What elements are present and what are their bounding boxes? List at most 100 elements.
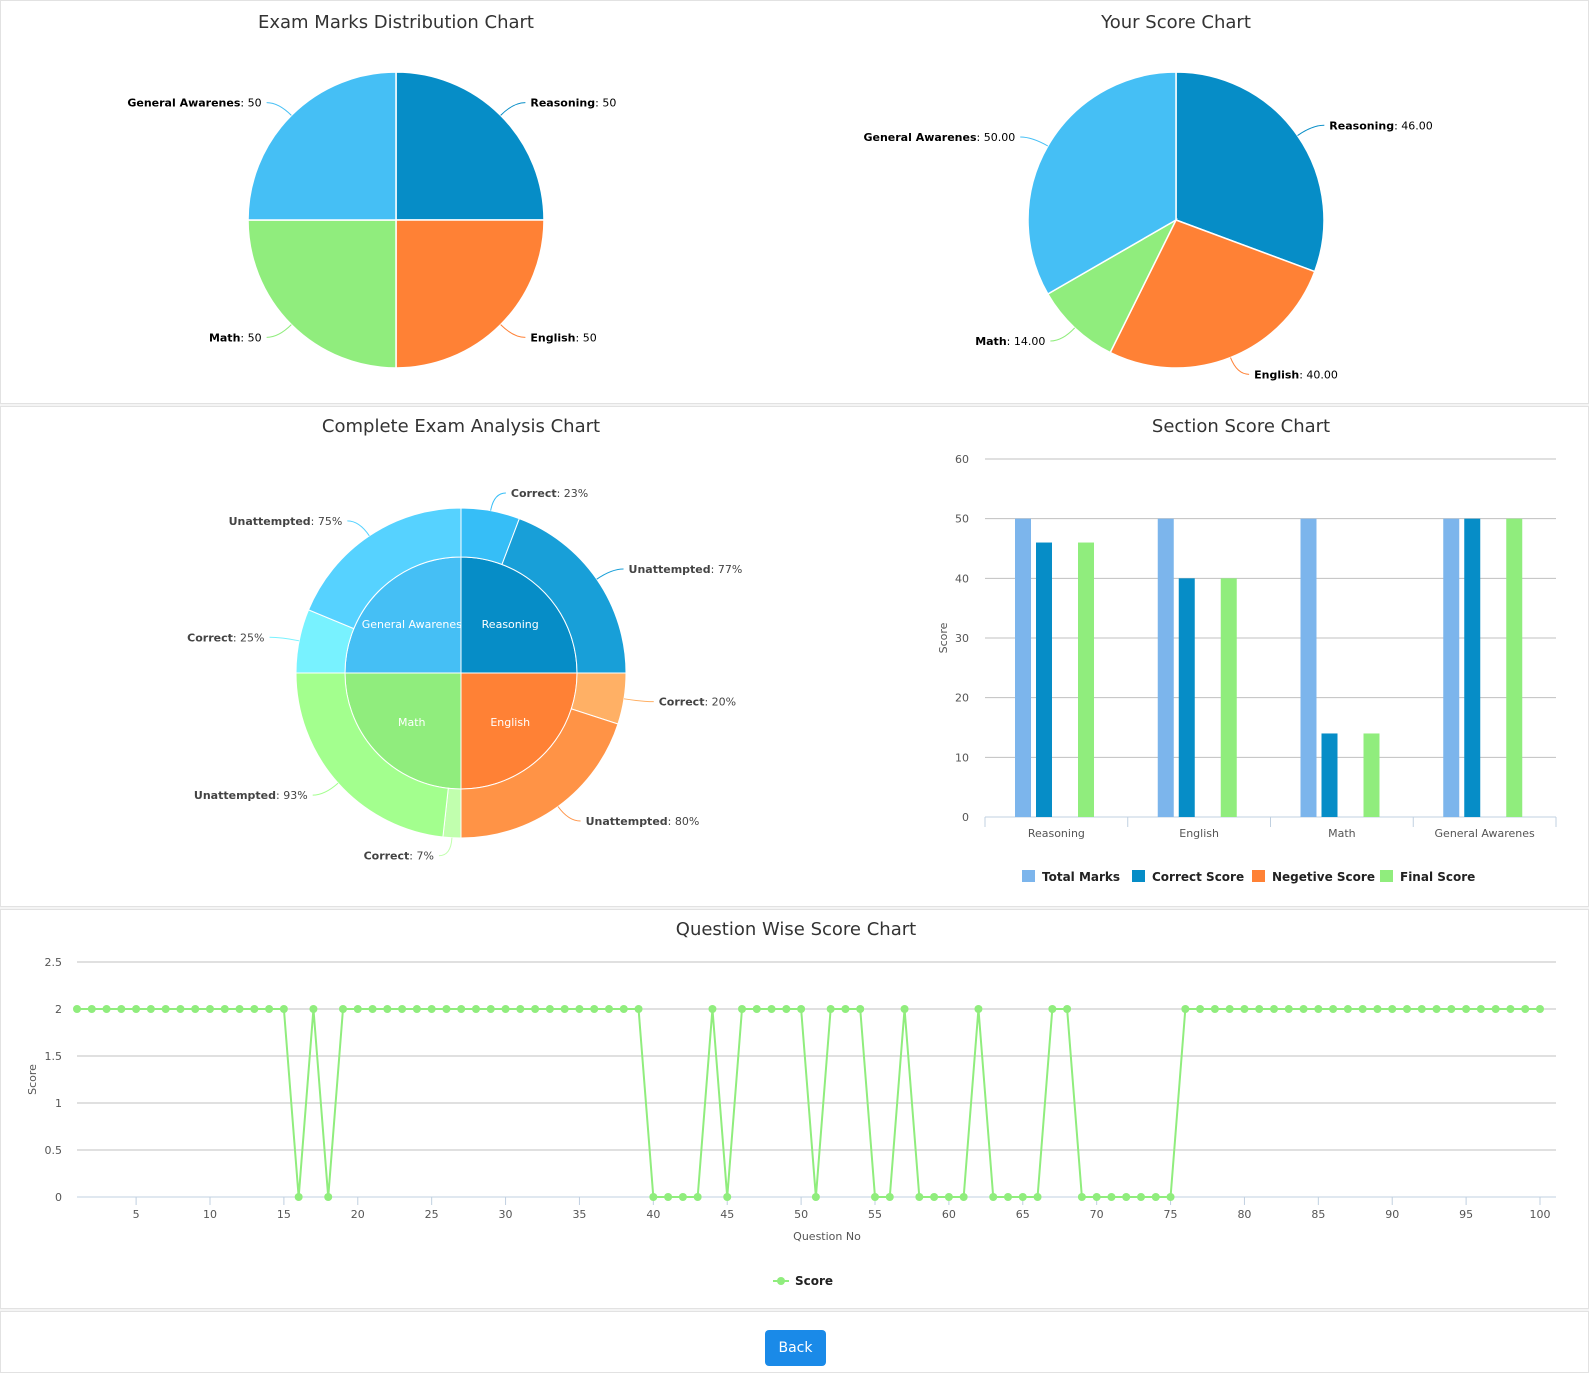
x-tick-label: 65 [1016, 1208, 1030, 1221]
bar-total-marks-reasoning [1015, 518, 1031, 817]
x-tick-label: 100 [1530, 1208, 1551, 1221]
score-point-q82 [1270, 1005, 1278, 1013]
score-point-q67 [1048, 1005, 1057, 1013]
score-point-q47 [752, 1005, 761, 1013]
score-point-q81 [1255, 1005, 1264, 1013]
y-tick-label: 2.5 [45, 956, 63, 969]
score-point-q76 [1181, 1005, 1190, 1013]
legend-item-final-score: Final Score [1400, 870, 1475, 884]
back-button[interactable]: Back [765, 1330, 826, 1366]
question-wise-score-chart: Question Wise Score Chart 0 0.5 1 1.5 2 2.5 5 10… [26, 919, 1556, 1288]
score-point-q78 [1210, 1005, 1219, 1013]
legend-item-negetive-score: Negetive Score [1272, 870, 1375, 884]
score-point-q68 [1063, 1005, 1072, 1013]
score-point-q34 [560, 1005, 569, 1013]
x-tick-label: 55 [868, 1208, 882, 1221]
score-point-q56 [885, 1193, 894, 1201]
score-point-q48 [767, 1005, 776, 1013]
score-point-q75 [1166, 1193, 1175, 1201]
x-tick-label: 25 [425, 1208, 439, 1221]
legend-swatch-correct-score [1132, 870, 1145, 882]
score-point-q26 [442, 1005, 451, 1013]
x-tick-label: English [1179, 827, 1219, 840]
score-point-q41 [664, 1193, 673, 1201]
pie-english-label: English: 50 [530, 331, 596, 344]
outer-reasoning-correct-label: Correct: 23% [511, 487, 588, 500]
score-point-q44 [708, 1005, 717, 1013]
score-point-q14 [265, 1005, 274, 1013]
score-point-q70 [1092, 1193, 1101, 1201]
bar-correct-score-reasoning [1036, 542, 1052, 817]
score-point-q21 [368, 1005, 377, 1013]
y-axis-title: Score [26, 1064, 39, 1095]
score-point-q89 [1373, 1005, 1382, 1013]
legend-marker-icon [777, 1277, 785, 1285]
y-tick-label: 1 [55, 1097, 62, 1110]
score-point-q11 [220, 1005, 229, 1013]
score-point-q57 [900, 1005, 909, 1013]
y-tick-label: 1.5 [45, 1050, 63, 1063]
score-point-q100 [1536, 1005, 1544, 1013]
score-point-q90 [1388, 1005, 1397, 1013]
score-point-q80 [1240, 1005, 1249, 1013]
outer-english-unattempted-label: Unattempted: 80% [586, 815, 700, 828]
score-point-q59 [930, 1193, 939, 1201]
section-score-title: Section Score Chart [1152, 416, 1330, 437]
score-point-q79 [1225, 1005, 1234, 1013]
y-axis-title: Score [937, 622, 950, 653]
score-point-q54 [856, 1005, 865, 1013]
legend-item-correct-score: Correct Score [1152, 870, 1244, 884]
middle-charts-panel: Complete Exam Analysis Chart Reasoning Cor… [0, 406, 1589, 907]
score-point-q15 [279, 1005, 288, 1013]
score-point-q87 [1343, 1005, 1352, 1013]
score-point-q32 [531, 1005, 540, 1013]
score-point-q3 [102, 1005, 111, 1013]
score-point-q8 [176, 1005, 185, 1013]
score-point-q74 [1151, 1193, 1160, 1201]
score-point-q13 [250, 1005, 259, 1013]
score-point-q53 [841, 1005, 850, 1013]
score-point-q69 [1077, 1193, 1086, 1201]
score-point-q22 [383, 1005, 392, 1013]
x-tick-label: 95 [1459, 1208, 1473, 1221]
y-tick-label: 0 [962, 811, 969, 824]
x-tick-label: 50 [794, 1208, 808, 1221]
pie-general-awarenes-label: General Awarenes: 50 [127, 97, 261, 110]
score-point-q25 [427, 1005, 436, 1013]
outer-reasoning-unattempted-connector [596, 568, 624, 580]
x-axis-title: Question No [793, 1230, 861, 1243]
score-point-q10 [206, 1005, 214, 1013]
score-point-q40 [649, 1193, 658, 1201]
score-point-q99 [1521, 1005, 1530, 1013]
x-tick-label: 75 [1164, 1208, 1178, 1221]
score-point-q64 [1004, 1193, 1012, 1201]
outer-english-correct-connector [623, 698, 654, 703]
score-point-q2 [87, 1005, 96, 1013]
x-tick-label: 45 [720, 1208, 734, 1221]
bar-final-score-math [1363, 733, 1380, 817]
top-charts-panel: Exam Marks Distribution Chart Reasoning: … [0, 0, 1589, 404]
x-tick-label: Reasoning [1028, 827, 1085, 840]
x-tick-label: 70 [1090, 1208, 1104, 1221]
y-tick-label: 50 [955, 513, 969, 526]
outer-math-correct-label: Correct: 7% [364, 850, 434, 863]
score-point-q1 [73, 1005, 81, 1013]
outer-general-awarenes-correct-label: Correct: 25% [187, 631, 264, 644]
pie-reasoning-label: Reasoning: 50 [530, 97, 616, 110]
score-point-q37 [605, 1005, 613, 1013]
score-point-q72 [1122, 1193, 1131, 1201]
score-point-q6 [146, 1005, 155, 1013]
question-wise-panel: Question Wise Score Chart 0 0.5 1 1.5 2 2.5 5 10… [0, 909, 1589, 1309]
inner-label-reasoning: Reasoning [482, 618, 539, 631]
score-point-q62 [974, 1005, 983, 1013]
score-point-q29 [486, 1005, 495, 1013]
score-point-q39 [634, 1005, 643, 1013]
x-tick-label: 15 [277, 1208, 291, 1221]
score-point-q19 [339, 1005, 347, 1013]
y-tick-label: 60 [955, 453, 969, 466]
score-point-q71 [1107, 1193, 1116, 1201]
pie-reasoning-connector [1297, 124, 1325, 136]
outer-general-awarenes-correct-connector [269, 636, 300, 642]
pie-english-connector [1230, 357, 1250, 375]
pie-math-connector [1050, 327, 1076, 342]
